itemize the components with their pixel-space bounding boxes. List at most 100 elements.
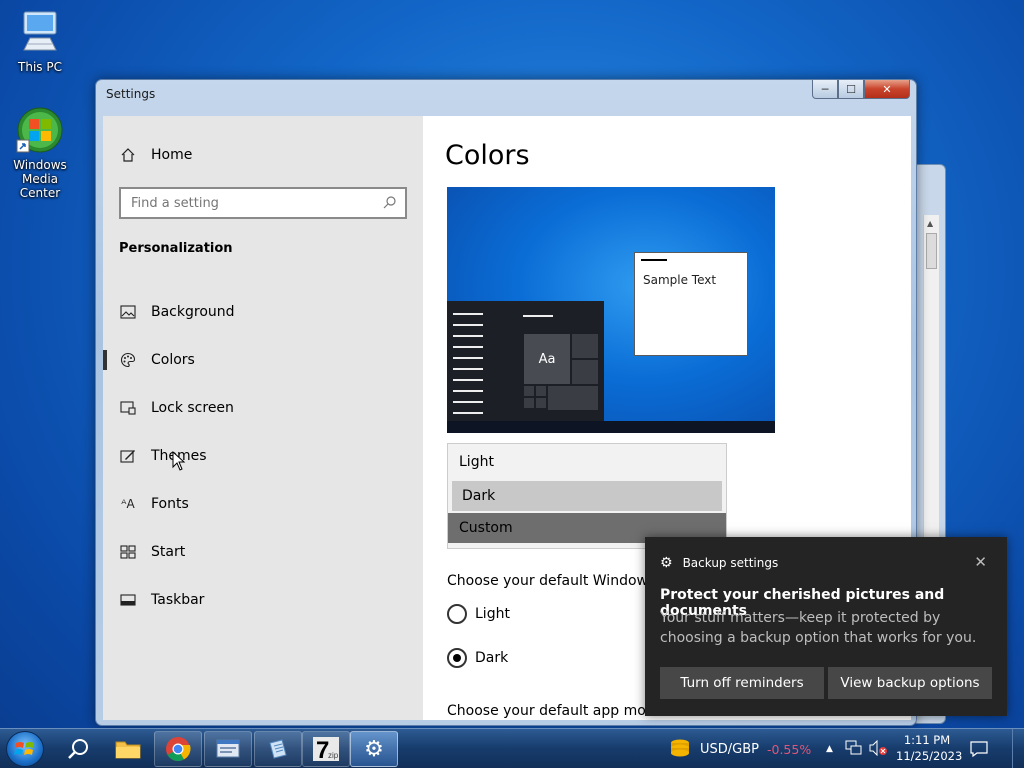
gear-icon: ⚙ [364, 736, 384, 762]
desktop-icon-this-pc[interactable]: This PC [0, 8, 80, 74]
currency-pair: USD/GBP [700, 741, 759, 757]
radio-label: Light [475, 606, 510, 622]
color-mode-dropdown[interactable]: Light Dark Custom [447, 443, 727, 549]
desktop-icon-media-center[interactable]: Windows Media Center [0, 106, 80, 200]
nav-pane: Home Personalization Background [103, 116, 423, 720]
backup-notification[interactable]: ⚙ Backup settings ✕ Protect your cherish… [645, 537, 1007, 716]
window-app-icon [216, 739, 240, 758]
radio-circle[interactable] [447, 648, 467, 668]
volume-muted-icon[interactable] [869, 739, 889, 759]
scroll-up-icon[interactable]: ▲ [927, 219, 933, 228]
scrollbar-thumb[interactable] [926, 233, 937, 269]
nav-item-label: Background [151, 304, 235, 320]
nav-home-label: Home [151, 147, 193, 163]
taskbar-clock[interactable]: 1:11 PM 11/25/2023 [896, 732, 963, 764]
toast-body: Your stuff matters—keep it protected by … [660, 610, 977, 646]
search-box[interactable] [119, 187, 407, 219]
radio-windows-light[interactable]: Light [447, 604, 510, 624]
desktop-icon-label: Windows Media Center [13, 158, 67, 200]
window-title: Settings [106, 87, 156, 101]
mouse-cursor-icon [172, 450, 186, 475]
toast-close-button[interactable]: ✕ [974, 553, 987, 571]
nav-item-fonts[interactable]: ᴬA Fonts [103, 480, 423, 528]
radio-label: Dark [475, 650, 509, 666]
nav-item-label: Lock screen [151, 400, 234, 416]
show-desktop-button[interactable] [1012, 729, 1024, 768]
nav-item-label: Fonts [151, 496, 189, 512]
search-icon[interactable] [383, 195, 397, 213]
gear-icon: ⚙ [660, 555, 673, 571]
notification-icon [970, 741, 988, 757]
notepad-icon [269, 739, 287, 759]
taskbar-file-explorer[interactable] [104, 731, 152, 767]
tray-icons: ▲ [826, 729, 889, 768]
nav-item-lock-screen[interactable]: Lock screen [103, 384, 423, 432]
taskbar-search-button[interactable] [54, 731, 102, 767]
toast-header: ⚙ Backup settings [660, 555, 778, 571]
windows-logo-icon [14, 742, 34, 755]
computer-icon [18, 8, 62, 56]
turn-off-reminders-button[interactable]: Turn off reminders [660, 667, 824, 699]
preview-taskbar [447, 421, 775, 433]
taskbar: 7 zip ⚙ USD/GBP -0.55% ▲ 1:11 PM 11/25/20… [0, 728, 1024, 768]
nav-item-label: Taskbar [151, 592, 205, 608]
search-input[interactable] [131, 194, 371, 212]
maximize-icon: ☐ [846, 82, 856, 96]
picture-icon [119, 303, 137, 321]
svg-text:zip: zip [328, 751, 339, 760]
network-icon[interactable] [845, 740, 863, 759]
start-icon [119, 543, 137, 561]
close-icon: ✕ [974, 553, 987, 571]
desktop-icon-label: This PC [18, 60, 62, 74]
taskbar-chrome[interactable] [154, 731, 202, 767]
taskbar-icon [119, 591, 137, 609]
7zip-icon: 7zip [313, 737, 339, 762]
radio-circle[interactable] [447, 604, 467, 624]
maximize-button[interactable]: ☐ [838, 80, 864, 99]
currency-widget[interactable]: USD/GBP -0.55% [668, 729, 811, 768]
nav-list: Background Colors Lock screen Themes ᴬA … [103, 288, 423, 624]
nav-item-themes[interactable]: Themes [103, 432, 423, 480]
preview-sample-text: Sample Text [643, 273, 717, 287]
nav-item-start[interactable]: Start [103, 528, 423, 576]
section-title: Personalization [119, 241, 233, 256]
color-preview: Aa Sample Text [447, 187, 775, 433]
preview-start-menu: Aa [447, 301, 604, 421]
nav-item-label: Start [151, 544, 186, 560]
search-icon [68, 739, 88, 759]
clock-date: 11/25/2023 [896, 749, 963, 763]
mode-option-dark[interactable]: Dark [452, 481, 722, 511]
chrome-icon [166, 737, 191, 762]
nav-item-taskbar[interactable]: Taskbar [103, 576, 423, 624]
currency-change: -0.55% [767, 741, 812, 757]
windows-media-center-icon [16, 106, 64, 154]
clock-time: 1:11 PM [903, 733, 951, 747]
nav-item-colors[interactable]: Colors [103, 336, 423, 384]
view-backup-options-button[interactable]: View backup options [828, 667, 992, 699]
taskbar-settings[interactable]: ⚙ [350, 731, 398, 767]
close-button[interactable]: ✕ [864, 80, 910, 99]
nav-item-label: Colors [151, 352, 195, 368]
page-title: Colors [445, 140, 530, 171]
nav-home[interactable]: Home [119, 146, 192, 164]
radio-windows-dark[interactable]: Dark [447, 648, 508, 668]
windows-mode-label: Choose your default Windows m [447, 573, 674, 589]
themes-icon [119, 447, 137, 465]
currency-icon [668, 737, 692, 762]
window-controls: ─ ☐ ✕ [812, 80, 910, 99]
minimize-button[interactable]: ─ [812, 80, 838, 99]
preview-window: Sample Text [634, 252, 748, 356]
fonts-icon: ᴬA [121, 497, 135, 511]
palette-icon [119, 351, 137, 369]
app-mode-label: Choose your default app mode [447, 703, 664, 719]
preview-menu-lines [453, 313, 483, 423]
taskbar-7zip[interactable]: 7 zip [302, 731, 350, 767]
action-center-button[interactable] [970, 729, 988, 768]
mode-option-light[interactable]: Light [448, 447, 726, 477]
taskbar-app-explorer[interactable] [204, 731, 252, 767]
home-icon [119, 146, 137, 164]
start-button[interactable] [6, 731, 44, 767]
taskbar-app-notes[interactable] [254, 731, 302, 767]
show-hidden-icons-button[interactable]: ▲ [826, 744, 833, 754]
nav-item-background[interactable]: Background [103, 288, 423, 336]
